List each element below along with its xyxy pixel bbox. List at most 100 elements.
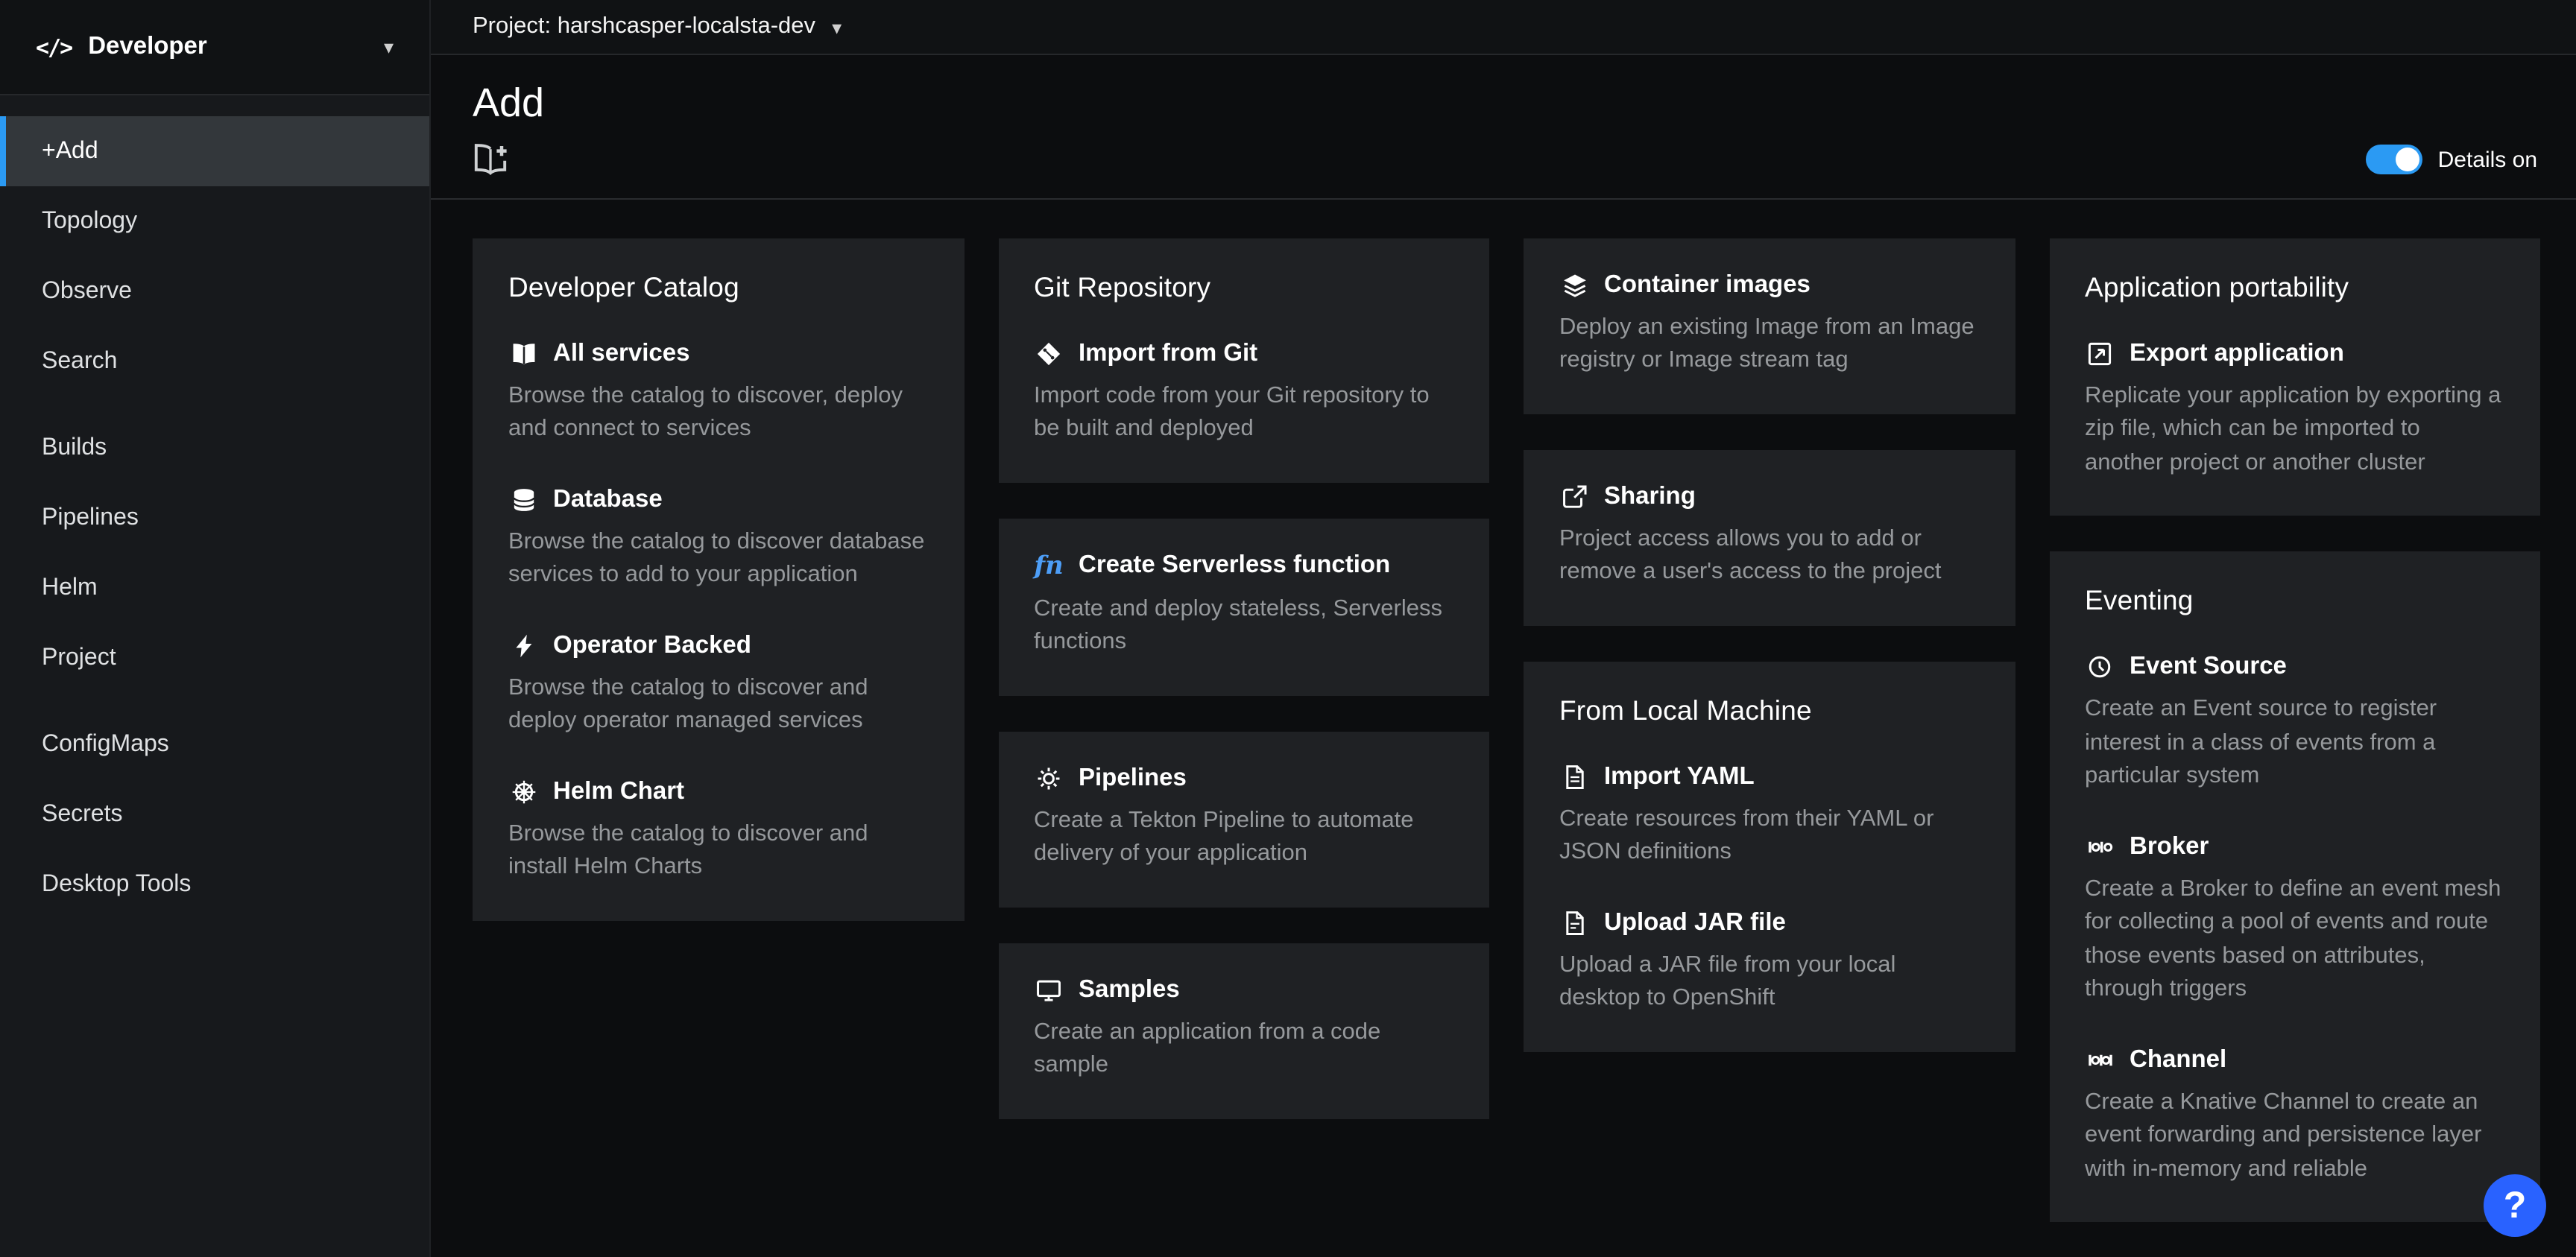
- item-create-serverless-function[interactable]: fn Create Serverless function Create and d…: [1034, 551, 1453, 660]
- project-label: Project: harshcasper-localsta-dev: [473, 13, 815, 40]
- help-button-label: ?: [2504, 1184, 2527, 1227]
- item-label: Import YAML: [1604, 763, 1755, 791]
- sidebar-item-builds[interactable]: Builds: [0, 413, 429, 483]
- help-button[interactable]: ?: [2484, 1174, 2546, 1237]
- card-title: From Local Machine: [1559, 694, 1979, 727]
- item-description: Import code from your Git repository to …: [1034, 380, 1453, 447]
- main-area: Project: harshcasper-localsta-dev ▾ Add …: [431, 0, 2576, 1257]
- caret-down-icon: ▾: [384, 37, 394, 57]
- item-description: Deploy an existing Image from an Image r…: [1559, 311, 1979, 379]
- item-event-source[interactable]: Event Source Create an Event source to re…: [2085, 653, 2504, 794]
- code-icon: </>: [36, 34, 72, 60]
- event-source-icon: [2085, 655, 2115, 680]
- card-sharing: SharingProject access allows you to add …: [1524, 450, 2015, 626]
- item-samples[interactable]: SamplesCreate an application from a code…: [1034, 976, 1453, 1083]
- cards-grid: Developer Catalog All services Browse the …: [473, 238, 2540, 1222]
- item-description: Browse the catalog to discover and insta…: [508, 818, 928, 885]
- app-window: </> Developer ▾ +AddTopologyObserveSearc…: [0, 0, 2576, 1257]
- item-description: Create and deploy stateless, Serverless …: [1034, 593, 1453, 660]
- card-samples: SamplesCreate an application from a code…: [998, 943, 1489, 1119]
- item-database[interactable]: Database Browse the catalog to discover d…: [508, 486, 928, 593]
- item-sharing[interactable]: SharingProject access allows you to add …: [1559, 483, 1979, 590]
- container-images-icon: [1559, 273, 1589, 298]
- item-description: Browse the catalog to discover, deploy a…: [508, 380, 928, 447]
- item-description: Create a Knative Channel to create an ev…: [2085, 1086, 2504, 1186]
- git-icon: [1034, 341, 1064, 367]
- item-pipelines[interactable]: Pipelines Create a Tekton Pipeline to aut…: [1034, 764, 1453, 872]
- item-label: Create Serverless function: [1079, 552, 1390, 580]
- cards-column-2: Git Repository Import from Git Import code…: [998, 238, 1489, 1119]
- item-label: Container images: [1604, 271, 1811, 300]
- card-developer-catalog: Developer Catalog All services Browse the …: [473, 238, 964, 921]
- item-description: Create a Tekton Pipeline to automate del…: [1034, 805, 1453, 872]
- sidebar-nav: +AddTopologyObserveSearch BuildsPipelines…: [0, 95, 429, 919]
- sidebar-item-project[interactable]: Project: [0, 623, 429, 693]
- sidebar-item-pipelines[interactable]: Pipelines: [0, 483, 429, 553]
- cards-column-4: Application portability Export applicatio…: [2049, 238, 2540, 1222]
- sidebar-item-add[interactable]: +Add: [0, 116, 429, 186]
- item-label: Upload JAR file: [1604, 909, 1786, 937]
- item-label: Pipelines: [1079, 764, 1187, 793]
- pipelines-icon: [1034, 766, 1064, 791]
- item-channel[interactable]: Channel Create a Knative Channel to creat…: [2085, 1045, 2504, 1186]
- item-description: Browse the catalog to discover and deplo…: [508, 672, 928, 739]
- card-title: Eventing: [2085, 585, 2504, 618]
- sidebar-item-observe[interactable]: Observe: [0, 256, 429, 326]
- project-selector[interactable]: Project: harshcasper-localsta-dev ▾: [473, 13, 842, 40]
- item-description: Create an Event source to register inter…: [2085, 694, 2504, 794]
- card-title: Developer Catalog: [508, 271, 928, 304]
- item-label: Event Source: [2130, 653, 2287, 682]
- sidebar-item-helm[interactable]: Helm: [0, 553, 429, 623]
- toggle-knob: [2396, 148, 2420, 171]
- item-description: Project access allows you to add or remo…: [1559, 523, 1979, 590]
- card-title: Git Repository: [1034, 271, 1453, 304]
- database-icon: [508, 487, 538, 513]
- item-description: Create a Broker to define an event mesh …: [2085, 873, 2504, 1007]
- item-label: Channel: [2130, 1045, 2226, 1074]
- sidebar-item-secrets[interactable]: Secrets: [0, 779, 429, 849]
- quickstarts-icon[interactable]: [473, 142, 508, 177]
- item-container-images[interactable]: Container images Deploy an existing Image…: [1559, 271, 1979, 379]
- card-application-portability: Application portability Export applicatio…: [2049, 238, 2540, 516]
- export-icon: [2085, 341, 2115, 367]
- share-icon: [1559, 484, 1589, 510]
- file-upload-icon: [1559, 911, 1589, 936]
- page-header: Add Details on: [431, 55, 2576, 200]
- item-upload-jar-file[interactable]: Upload JAR file Upload a JAR file from yo…: [1559, 909, 1979, 1016]
- sidebar-item-configmaps[interactable]: ConfigMaps: [0, 709, 429, 779]
- item-import-from-git[interactable]: Import from Git Import code from your Git…: [1034, 340, 1453, 447]
- item-label: Broker: [2130, 833, 2209, 861]
- item-label: Operator Backed: [553, 632, 751, 660]
- topbar: Project: harshcasper-localsta-dev ▾: [431, 0, 2576, 55]
- catalog-icon: [508, 341, 538, 367]
- item-operator-backed[interactable]: Operator Backed Browse the catalog to dis…: [508, 632, 928, 739]
- sidebar-item-search[interactable]: Search: [0, 326, 429, 396]
- item-label: Import from Git: [1079, 340, 1257, 368]
- sidebar-item-desktop-tools[interactable]: Desktop Tools: [0, 849, 429, 919]
- page-title: Add: [473, 80, 2537, 127]
- card-title: Application portability: [2085, 271, 2504, 304]
- sidebar-item-topology[interactable]: Topology: [0, 186, 429, 256]
- item-description: Upload a JAR file from your local deskto…: [1559, 949, 1979, 1016]
- item-description: Browse the catalog to discover database …: [508, 526, 928, 593]
- item-export-application[interactable]: Export applicationReplicate your applica…: [2085, 340, 2504, 481]
- item-helm-chart[interactable]: Helm ChartBrowse the catalog to discover…: [508, 778, 928, 885]
- sidebar: </> Developer ▾ +AddTopologyObserveSearc…: [0, 0, 431, 1257]
- item-label: All services: [553, 340, 689, 368]
- serverless-fn-icon: fn: [1034, 551, 1064, 581]
- helm-icon: [508, 779, 538, 805]
- item-description: Replicate your application by exporting …: [2085, 380, 2504, 481]
- item-all-services[interactable]: All services Browse the catalog to discov…: [508, 340, 928, 447]
- add-page-content: Developer Catalog All services Browse the …: [431, 200, 2576, 1257]
- perspective-switcher[interactable]: </> Developer ▾: [0, 0, 429, 95]
- perspective-label: Developer: [88, 33, 384, 61]
- caret-down-icon: ▾: [832, 17, 842, 37]
- item-broker[interactable]: Broker Create a Broker to define an event…: [2085, 833, 2504, 1007]
- item-label: Database: [553, 486, 663, 514]
- item-description: Create resources from their YAML or JSON…: [1559, 803, 1979, 870]
- item-description: Create an application from a code sample: [1034, 1016, 1453, 1083]
- channel-icon: [2085, 1047, 2115, 1072]
- details-toggle[interactable]: [2367, 145, 2423, 174]
- item-import-yaml[interactable]: Import YAML Create resources from their Y…: [1559, 763, 1979, 870]
- card-from-local-machine: From Local Machine Import YAML Create reso…: [1524, 662, 2015, 1052]
